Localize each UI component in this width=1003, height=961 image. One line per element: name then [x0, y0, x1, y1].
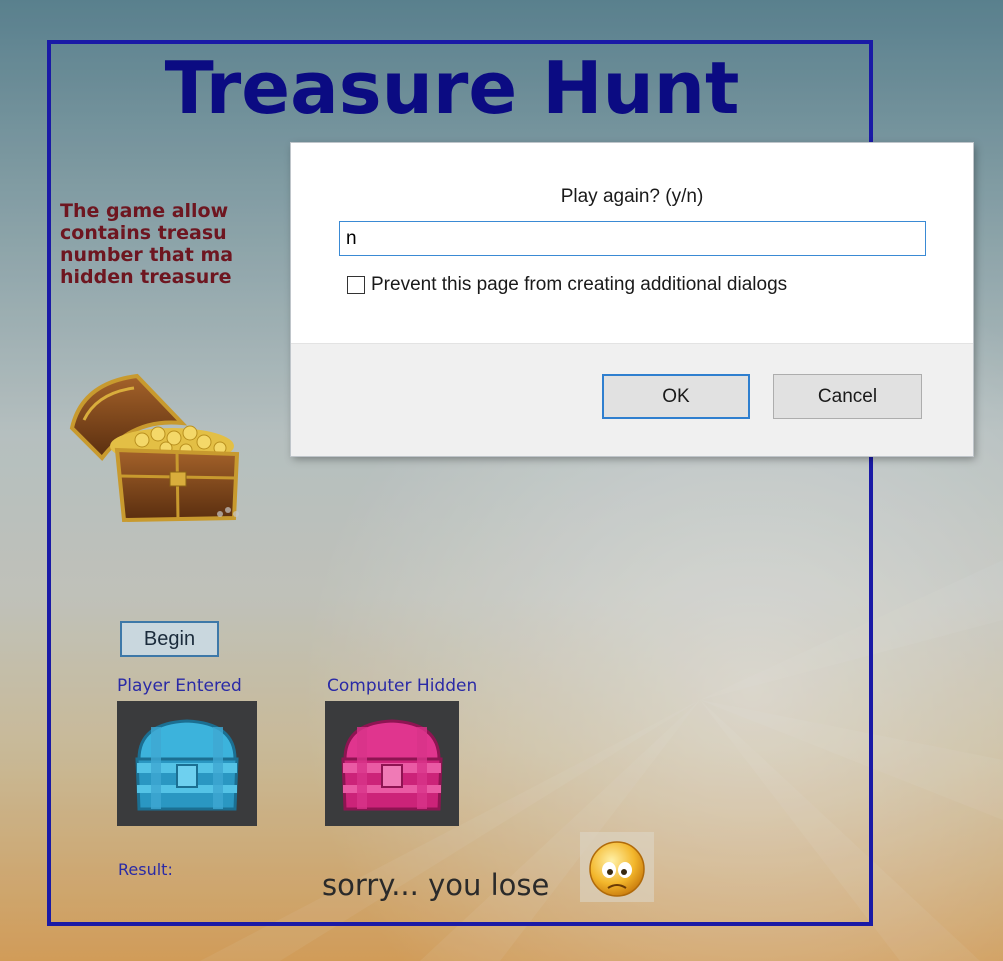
prompt-input[interactable] — [339, 221, 926, 256]
treasure-chest-icon — [69, 373, 240, 523]
player-entered-label: Player Entered — [117, 676, 242, 696]
result-label: Result: — [118, 860, 173, 879]
sad-face-icon — [580, 832, 654, 902]
prompt-dialog: Play again? (y/n) Prevent this page from… — [291, 143, 973, 456]
result-text: sorry... you lose — [322, 868, 550, 902]
game-title: Treasure Hunt — [164, 46, 740, 130]
browser-viewport: Treasure Hunt The game allow contains tr… — [0, 0, 1003, 961]
computer-hidden-label: Computer Hidden — [327, 676, 478, 696]
prevent-dialogs-checkbox[interactable] — [347, 276, 365, 294]
blue-chest-icon — [135, 719, 239, 811]
cancel-button[interactable]: Cancel — [773, 374, 922, 419]
prevent-dialogs-option[interactable]: Prevent this page from creating addition… — [347, 273, 787, 297]
computer-hidden-slot — [325, 701, 459, 826]
dialog-message: Play again? (y/n) — [560, 186, 704, 207]
ok-button[interactable]: OK — [602, 374, 750, 419]
prevent-dialogs-label: Prevent this page from creating addition… — [371, 274, 788, 295]
pink-chest-icon — [341, 719, 443, 811]
player-entered-slot — [117, 701, 257, 826]
begin-button[interactable]: Begin — [120, 621, 219, 657]
